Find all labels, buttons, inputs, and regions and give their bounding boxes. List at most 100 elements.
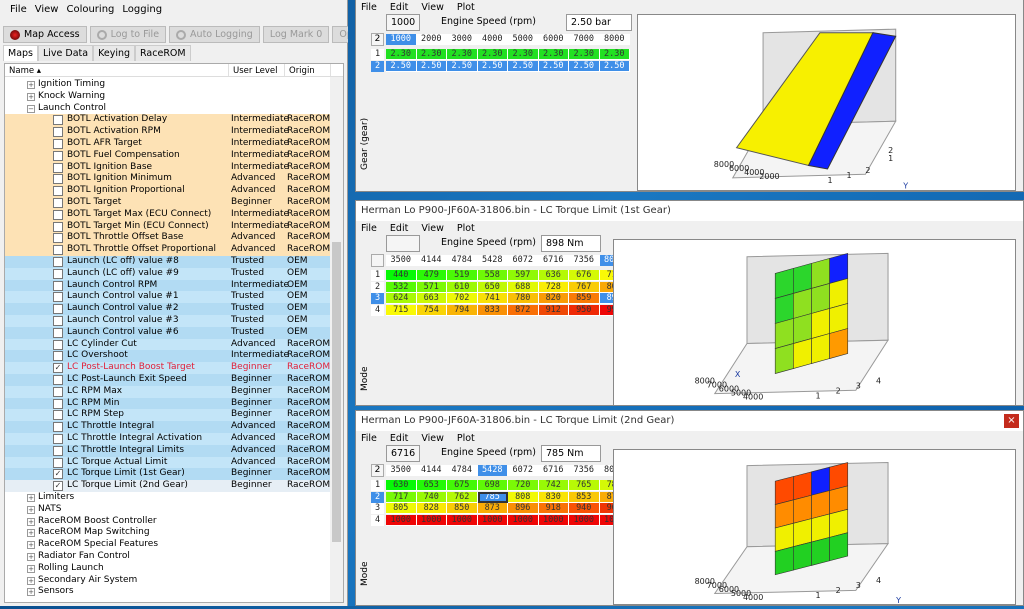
table-cell[interactable]: 610: [447, 281, 478, 293]
x-axis-header-cell[interactable]: 3000: [447, 34, 478, 45]
x-axis-header-cell[interactable]: 5428: [477, 255, 508, 266]
open-button[interactable]: Ope: [332, 26, 348, 43]
table-cell[interactable]: 2.50: [599, 60, 630, 72]
tree-item[interactable]: ✓ LC Post-Launch Boost Target Beginner Race…: [5, 362, 331, 374]
checkbox[interactable]: [53, 209, 63, 220]
surface-plot[interactable]: 8000 7000 6000 5000 4000 1 2 3 4 X: [613, 239, 1016, 406]
map-access-button[interactable]: Map Access: [3, 26, 87, 43]
x-axis-header-cell[interactable]: 5428: [477, 465, 508, 476]
x-axis-header-cell[interactable]: 7000: [569, 34, 600, 45]
corner-cell[interactable]: 2: [371, 33, 384, 46]
x-axis-header-cell[interactable]: 8000: [599, 34, 630, 45]
current-value-field[interactable]: 2.50 bar: [566, 14, 632, 31]
current-value-field[interactable]: 785 Nm: [541, 445, 601, 462]
tree-item[interactable]: Launch Control value #2 Trusted OEM: [5, 303, 331, 315]
table-cell[interactable]: 532: [386, 281, 417, 293]
tree-item[interactable]: BOTL Target Min (ECU Connect) Intermediat…: [5, 220, 331, 233]
expand-icon[interactable]: +: [27, 564, 35, 573]
checkbox[interactable]: [53, 127, 63, 138]
tree-item[interactable]: + RaceROM Map Switching: [5, 527, 331, 540]
close-button[interactable]: ×: [1004, 414, 1019, 428]
tree-item[interactable]: Launch Control value #1 Trusted OEM: [5, 291, 331, 304]
checkbox[interactable]: [53, 398, 63, 409]
table-cell[interactable]: 728: [538, 281, 569, 293]
menu-plot[interactable]: Plot: [457, 223, 475, 234]
menu-edit[interactable]: Edit: [390, 433, 408, 444]
table-cell[interactable]: 2.50: [477, 60, 508, 72]
table-cell[interactable]: 2.30: [447, 49, 478, 60]
table-cell[interactable]: 872: [508, 304, 539, 316]
table-cell[interactable]: 2.50: [416, 60, 447, 72]
checkbox[interactable]: [53, 410, 63, 421]
tree-item[interactable]: + Secondary Air System: [5, 574, 331, 587]
table-cell[interactable]: 805: [386, 503, 417, 514]
table-cell[interactable]: 2.30: [569, 49, 600, 60]
tree-item[interactable]: + Radiator Fan Control: [5, 551, 331, 563]
x-axis-header-cell[interactable]: 7356: [569, 255, 600, 266]
tree-item[interactable]: ✓ LC Torque Limit (2nd Gear) Beginner RaceR…: [5, 480, 331, 492]
table-cell[interactable]: 765: [569, 480, 600, 491]
table-cell[interactable]: 785: [477, 491, 508, 503]
x-axis-header-cell[interactable]: 7356: [569, 465, 600, 476]
checkbox[interactable]: [53, 304, 63, 315]
checkbox[interactable]: [53, 445, 63, 456]
tree-item[interactable]: LC Post-Launch Exit Speed Beginner RaceROM: [5, 374, 331, 386]
expand-icon[interactable]: +: [27, 529, 35, 538]
current-value-field[interactable]: 898 Nm: [541, 235, 601, 252]
menu-edit[interactable]: Edit: [390, 2, 408, 13]
tree-item[interactable]: BOTL Ignition Minimum Advanced RaceROM: [5, 173, 331, 186]
table-cell[interactable]: 663: [416, 293, 447, 304]
row-header-cell[interactable]: 3: [371, 293, 384, 304]
menu-logging[interactable]: Logging: [122, 4, 162, 15]
tree-item[interactable]: LC RPM Min Beginner RaceROM: [5, 397, 331, 410]
table-cell[interactable]: 2.30: [477, 49, 508, 60]
checkbox[interactable]: [53, 162, 63, 173]
expand-icon[interactable]: +: [27, 81, 35, 89]
tree-item[interactable]: BOTL Activation Delay Intermediate RaceROM: [5, 114, 331, 127]
checkbox[interactable]: [53, 375, 63, 385]
table-cell[interactable]: 597: [508, 270, 539, 281]
table-cell[interactable]: 479: [416, 270, 447, 281]
expand-icon[interactable]: +: [27, 494, 35, 502]
column-origin[interactable]: Origin: [285, 64, 331, 76]
tree-item[interactable]: BOTL Activation RPM Intermediate RaceROM: [5, 126, 331, 138]
table-cell[interactable]: 940: [569, 503, 600, 514]
row-header-cell[interactable]: 2: [371, 60, 384, 72]
table-cell[interactable]: 2.50: [386, 60, 417, 72]
checkbox[interactable]: [53, 268, 63, 279]
table-cell[interactable]: 918: [538, 503, 569, 514]
table-cell[interactable]: 571: [416, 281, 447, 293]
table-cell[interactable]: 630: [386, 480, 417, 491]
column-name[interactable]: Name ▴: [5, 64, 229, 76]
x-axis-header-cell[interactable]: 4784: [447, 255, 478, 266]
tree-item[interactable]: BOTL Ignition Proportional Advanced RaceRO…: [5, 185, 331, 197]
tab-maps[interactable]: Maps: [3, 45, 38, 61]
tree-item[interactable]: Launch (LC off) value #9 Trusted OEM: [5, 267, 331, 280]
tree-item[interactable]: + Knock Warning: [5, 90, 331, 103]
table-cell[interactable]: 853: [569, 491, 600, 503]
tab-raceROM[interactable]: RaceROM: [135, 45, 191, 61]
checkbox[interactable]: [53, 150, 63, 161]
menu-file[interactable]: File: [10, 4, 27, 15]
checkbox[interactable]: [53, 327, 63, 338]
expand-icon[interactable]: +: [27, 553, 35, 561]
row-header-cell[interactable]: 4: [371, 514, 384, 526]
table-cell[interactable]: 2.30: [599, 49, 630, 60]
x-axis-header-cell[interactable]: 4784: [447, 465, 478, 476]
tree-item[interactable]: BOTL Target Beginner RaceROM: [5, 197, 331, 209]
row-header-cell[interactable]: 1: [371, 270, 384, 281]
table-cell[interactable]: 2.30: [538, 49, 569, 60]
tree-item[interactable]: Launch Control RPM Intermediate OEM: [5, 279, 331, 292]
table-cell[interactable]: 698: [477, 480, 508, 491]
table-cell[interactable]: 820: [538, 293, 569, 304]
table-cell[interactable]: 636: [538, 270, 569, 281]
table-cell[interactable]: 1000: [386, 514, 417, 526]
checkbox[interactable]: [53, 351, 63, 362]
checkbox[interactable]: [53, 422, 63, 433]
tree-item[interactable]: + NATS: [5, 503, 331, 516]
menu-plot[interactable]: Plot: [457, 2, 475, 13]
column-user-level[interactable]: User Level: [229, 64, 285, 76]
corner-cell[interactable]: 2: [371, 464, 384, 477]
table-cell[interactable]: 2.50: [508, 60, 539, 72]
expand-icon[interactable]: +: [27, 576, 35, 585]
